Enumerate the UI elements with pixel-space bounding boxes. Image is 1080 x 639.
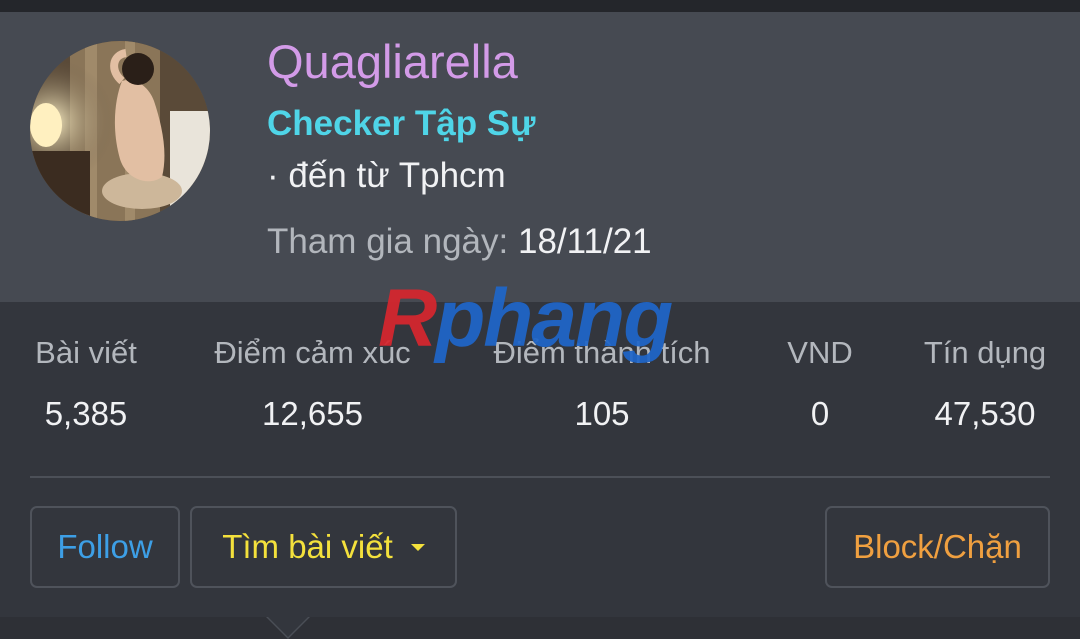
stat-label: Bài viết [35,335,137,370]
stat-value: 47,530 [934,395,1036,432]
joined-value: 18/11/21 [517,222,652,261]
chevron-down-icon [410,543,425,551]
location: · đến từ Tphcm [267,156,506,195]
watermark-first: R [378,273,437,364]
username[interactable]: Quagliarella [267,34,518,89]
stat-vnd: VND 0 [780,335,860,433]
joined-label: Tham gia ngày: [267,222,509,261]
find-posts-button[interactable]: Tìm bài viết [190,506,457,588]
watermark-logo: Rphang [378,278,673,360]
profile-header: Quagliarella Checker Tập Sự · đến từ Tph… [0,12,1080,302]
stat-value: 12,655 [262,395,363,432]
joined-date: Tham gia ngày: 18/11/21 [267,222,652,262]
block-label: Block/Chặn [853,528,1022,565]
stat-label: VND [787,335,853,370]
stat-value: 5,385 [44,395,128,432]
top-bar [0,0,1080,12]
stat-value: 105 [574,395,630,432]
tooltip-arrow-inner [268,617,308,637]
avatar[interactable] [30,41,210,221]
watermark-rest: phang [435,273,673,364]
stat-value: 0 [810,395,830,432]
stat-posts: Bài viết 5,385 [30,335,142,433]
avatar-photo [30,41,210,221]
find-posts-label: Tìm bài viết [222,528,393,565]
bottom-bar [0,617,1080,639]
block-button[interactable]: Block/Chặn [825,506,1050,588]
follow-label: Follow [57,528,153,565]
follow-button[interactable]: Follow [30,506,180,588]
profile-tooltip: Quagliarella Checker Tập Sự · đến từ Tph… [0,0,1080,639]
divider [30,476,1050,478]
user-title: Checker Tập Sự [267,104,536,143]
stat-credit: Tín dụng 47,530 [915,335,1055,433]
stat-label: Tín dụng [923,335,1047,370]
